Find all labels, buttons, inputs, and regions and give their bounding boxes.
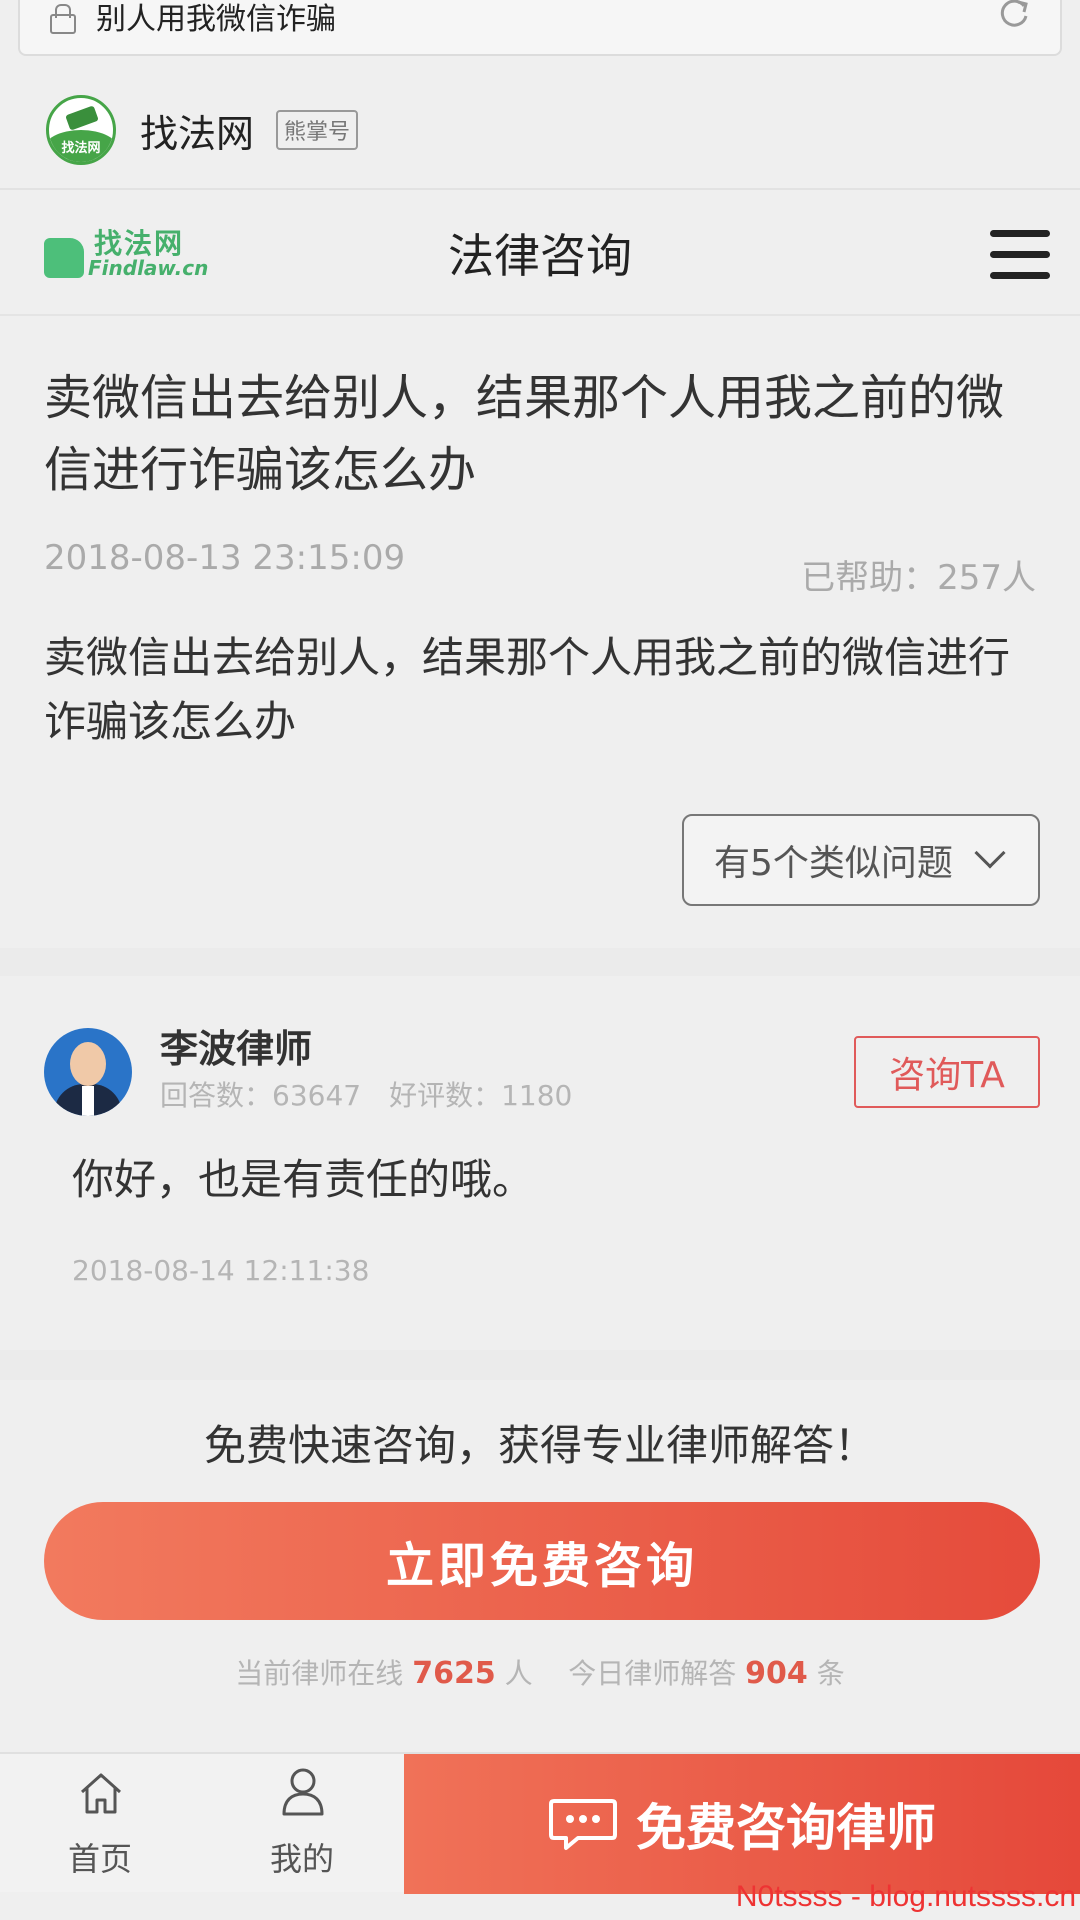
account-logo-text: 找法网 — [61, 141, 101, 156]
free-consult-button[interactable]: 立即免费咨询 — [44, 1502, 1040, 1620]
site-header: 找法网 Findlaw.cn 法律咨询 — [0, 192, 1080, 316]
chevron-down-icon — [974, 837, 1006, 869]
bottom-nav: 首页 我的 免费咨询律师 — [0, 1752, 1080, 1894]
answered-count: 904 — [745, 1656, 808, 1691]
rating-count: 好评数：1180 — [389, 1079, 573, 1112]
answered-prefix: 今日律师解答 — [568, 1657, 737, 1690]
similar-questions-label: 有5个类似问题 — [714, 843, 953, 884]
account-row[interactable]: 找法网 找法网 熊掌号 — [0, 72, 1080, 190]
online-count: 7625 — [412, 1656, 496, 1691]
address-bar[interactable]: 别人用我微信诈骗 — [18, 0, 1062, 56]
lawyer-name[interactable]: 李波律师 — [160, 1018, 312, 1073]
helped-count: 已帮助：257人 — [801, 558, 1036, 598]
consult-lawyer-button[interactable]: 咨询TA — [854, 1036, 1040, 1108]
account-logo: 找法网 — [46, 95, 116, 165]
answer-text: 你好，也是有责任的哦。 — [72, 1155, 535, 1204]
avatar[interactable] — [44, 1028, 132, 1116]
promo-title: 免费快速咨询，获得专业律师解答！ — [203, 1421, 876, 1470]
online-suffix: 人 — [504, 1657, 533, 1690]
menu-icon[interactable] — [990, 230, 1050, 280]
user-icon — [282, 1768, 324, 1816]
home-icon — [80, 1773, 122, 1814]
section-divider — [0, 1350, 1080, 1380]
page-title: 法律咨询 — [448, 229, 632, 283]
question-time: 2018-08-13 23:15:09 — [44, 538, 406, 578]
lawyer-stats: 回答数：63647 好评数：1180 — [160, 1074, 572, 1114]
free-consult-lawyer-button[interactable]: 免费咨询律师 — [404, 1754, 1080, 1894]
address-text[interactable]: 别人用我微信诈骗 — [96, 0, 996, 38]
question-title: 卖微信出去给别人，结果那个人用我之前的微信进行诈骗该怎么办 — [44, 370, 1005, 498]
nav-home[interactable]: 首页 — [0, 1754, 200, 1894]
watermark: N0tssss - blog.nutssss.cn — [735, 1880, 1076, 1913]
nav-cta-label: 免费咨询律师 — [636, 1799, 936, 1857]
answered-suffix: 条 — [816, 1657, 845, 1690]
refresh-icon[interactable] — [996, 0, 1032, 32]
lawyer-online-stats: 当前律师在线 7625 人 今日律师解答 904 条 — [0, 1652, 1080, 1692]
nav-mine-label: 我的 — [269, 1840, 334, 1878]
nav-home-label: 首页 — [67, 1840, 132, 1878]
lock-icon — [48, 4, 76, 34]
answer-time: 2018-08-14 12:11:38 — [72, 1254, 370, 1287]
chat-icon — [549, 1799, 617, 1850]
question-body: 卖微信出去给别人，结果那个人用我之前的微信进行诈骗该怎么办 — [44, 633, 1011, 746]
nav-mine[interactable]: 我的 — [202, 1754, 402, 1894]
online-prefix: 当前律师在线 — [235, 1657, 404, 1690]
account-name: 找法网 — [140, 111, 255, 156]
similar-questions-button[interactable]: 有5个类似问题 — [682, 814, 1040, 906]
account-tag: 熊掌号 — [276, 110, 359, 150]
section-divider — [0, 948, 1080, 976]
answer-count: 回答数：63647 — [160, 1079, 362, 1112]
